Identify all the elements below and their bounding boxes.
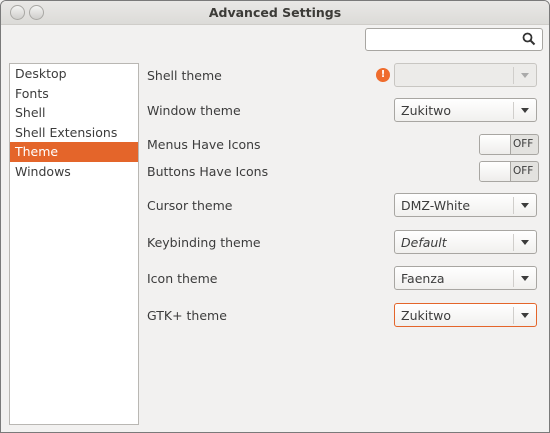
combo-separator: [513, 197, 514, 214]
keybinding-theme-label: Keybinding theme: [147, 235, 261, 250]
menus-have-icons-switch[interactable]: OFF: [479, 134, 539, 155]
title-bar[interactable]: Advanced Settings: [1, 1, 549, 25]
window-theme-label: Window theme: [147, 103, 241, 118]
cursor-theme-value: DMZ-White: [401, 198, 471, 213]
chevron-down-icon: [521, 313, 529, 318]
icon-theme-label: Icon theme: [147, 271, 218, 286]
sidebar-item-shell[interactable]: Shell: [10, 103, 138, 123]
combo-separator: [513, 307, 514, 324]
gtk-theme-label: GTK+ theme: [147, 308, 227, 323]
shell-theme-label: Shell theme: [147, 68, 222, 83]
sidebar-item-desktop[interactable]: Desktop: [10, 64, 138, 84]
gtk-theme-combo[interactable]: Zukitwo: [394, 303, 537, 327]
cursor-theme-label: Cursor theme: [147, 198, 233, 213]
toolbar: [1, 25, 549, 57]
switch-state: OFF: [513, 138, 534, 150]
window-title: Advanced Settings: [208, 5, 342, 20]
chevron-down-icon: [521, 108, 529, 113]
switch-state: OFF: [513, 165, 534, 177]
icon-theme-value: Faenza: [401, 271, 445, 286]
switch-knob: [480, 162, 511, 181]
sidebar-item-shell-extensions[interactable]: Shell Extensions: [10, 123, 138, 143]
chevron-down-icon: [521, 240, 529, 245]
combo-separator: [513, 234, 514, 251]
combo-separator: [513, 67, 514, 84]
sidebar-item-fonts[interactable]: Fonts: [10, 84, 138, 104]
shell-theme-combo: [394, 63, 537, 87]
window-theme-value: Zukitwo: [401, 103, 451, 118]
search-icon: [522, 32, 536, 46]
warning-icon: !: [376, 68, 390, 82]
sidebar-item-theme[interactable]: Theme: [10, 142, 138, 162]
chevron-down-icon: [521, 203, 529, 208]
search-input[interactable]: [365, 28, 543, 51]
cursor-theme-combo[interactable]: DMZ-White: [394, 193, 537, 217]
advanced-settings-window: Advanced Settings Desktop Fonts Shell Sh…: [0, 0, 550, 433]
sidebar: Desktop Fonts Shell Shell Extensions The…: [9, 63, 139, 425]
window-theme-combo[interactable]: Zukitwo: [394, 98, 537, 122]
sidebar-item-windows[interactable]: Windows: [10, 162, 138, 182]
buttons-have-icons-label: Buttons Have Icons: [147, 164, 269, 179]
buttons-have-icons-switch[interactable]: OFF: [479, 161, 539, 182]
switch-knob: [480, 135, 511, 154]
combo-separator: [513, 270, 514, 287]
keybinding-theme-value: Default: [401, 235, 447, 250]
icon-theme-combo[interactable]: Faenza: [394, 266, 537, 290]
combo-separator: [513, 102, 514, 119]
chevron-down-icon: [521, 276, 529, 281]
gtk-theme-value: Zukitwo: [401, 308, 451, 323]
keybinding-theme-combo[interactable]: Default: [394, 230, 537, 254]
menus-have-icons-label: Menus Have Icons: [147, 137, 261, 152]
chevron-down-icon: [521, 73, 529, 78]
